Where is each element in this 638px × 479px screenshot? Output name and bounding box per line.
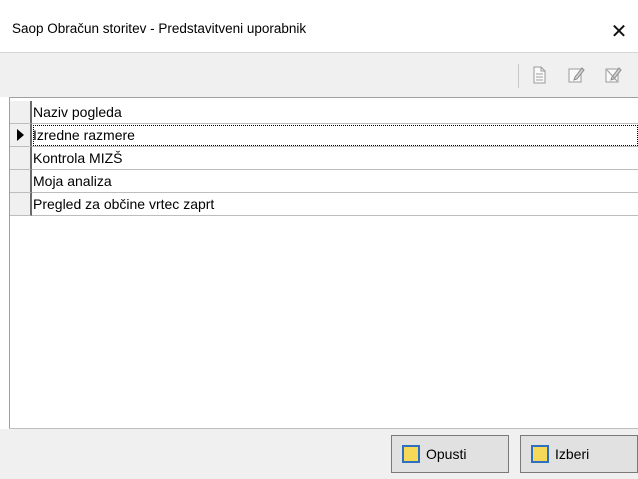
select-button-label: Izberi (555, 446, 590, 462)
dialog-footer: Opusti Izberi (0, 429, 638, 479)
button-icon (402, 445, 420, 463)
column-header-naziv-pogleda[interactable]: Naziv pogleda (32, 101, 638, 124)
table-cell[interactable]: Moja analiza (32, 170, 638, 193)
table-row[interactable]: Pregled za občine vrtec zaprt (10, 193, 638, 216)
edit-disabled-icon[interactable] (603, 65, 623, 85)
button-icon (531, 445, 549, 463)
table-cell[interactable]: Pregled za občine vrtec zaprt (32, 193, 638, 216)
cancel-button[interactable]: Opusti (391, 435, 509, 473)
toolbar (0, 52, 638, 97)
table-row[interactable]: Moja analiza (10, 170, 638, 193)
cancel-button-label: Opusti (426, 446, 467, 462)
table-row[interactable]: Kontrola MIZŠ (10, 147, 638, 170)
close-button[interactable]: ✕ (600, 14, 638, 48)
select-button[interactable]: Izberi (520, 435, 638, 473)
table-row[interactable]: Izredne razmere (10, 124, 638, 147)
document-icon[interactable] (529, 65, 549, 85)
toolbar-separator (518, 64, 519, 88)
window-title: Saop Obračun storitev - Predstavitveni u… (12, 21, 307, 36)
close-icon: ✕ (610, 20, 628, 43)
row-indicator[interactable] (10, 147, 32, 170)
views-grid[interactable]: Naziv pogleda Izredne razmere Kontrola M… (9, 97, 638, 429)
current-row-arrow-icon (17, 129, 24, 141)
title-bar: Saop Obračun storitev - Predstavitveni u… (0, 0, 638, 52)
row-indicator[interactable] (10, 193, 32, 216)
edit-icon[interactable] (566, 65, 586, 85)
row-indicator[interactable] (10, 124, 32, 147)
row-indicator[interactable] (10, 170, 32, 193)
table-cell[interactable]: Izredne razmere (32, 124, 638, 147)
table-cell[interactable]: Kontrola MIZŠ (32, 147, 638, 170)
row-indicator (10, 101, 32, 124)
grid-header-row: Naziv pogleda (10, 101, 638, 124)
